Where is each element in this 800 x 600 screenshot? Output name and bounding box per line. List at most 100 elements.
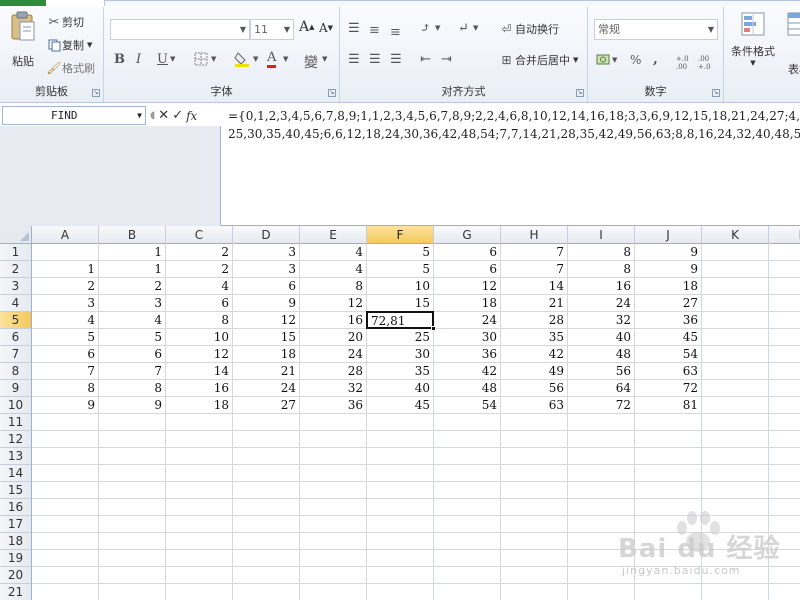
table-cell[interactable] <box>769 244 800 261</box>
table-cell[interactable] <box>702 329 769 346</box>
table-cell[interactable] <box>434 567 501 584</box>
table-cell[interactable] <box>166 516 233 533</box>
column-header[interactable]: I <box>568 226 635 244</box>
table-cell[interactable] <box>166 465 233 482</box>
table-cell[interactable]: 21 <box>233 363 300 380</box>
table-cell[interactable] <box>233 431 300 448</box>
table-cell[interactable] <box>769 533 800 550</box>
table-cell[interactable] <box>769 295 800 312</box>
table-cell[interactable] <box>568 448 635 465</box>
table-cell[interactable]: 36 <box>635 312 702 329</box>
column-header[interactable]: H <box>501 226 568 244</box>
wrap-text-button[interactable]: ⏎ 自动换行 <box>498 21 559 37</box>
table-cell[interactable] <box>166 499 233 516</box>
table-cell[interactable]: 4 <box>300 244 367 261</box>
row-header[interactable]: 16 <box>0 499 32 516</box>
row-header[interactable]: 9 <box>0 380 32 397</box>
table-cell[interactable]: 6 <box>32 346 99 363</box>
table-cell[interactable]: 10 <box>166 329 233 346</box>
table-cell[interactable] <box>635 431 702 448</box>
table-cell[interactable]: 20 <box>300 329 367 346</box>
table-cell[interactable] <box>501 414 568 431</box>
column-header[interactable]: G <box>434 226 501 244</box>
table-cell[interactable] <box>769 465 800 482</box>
table-cell[interactable] <box>769 448 800 465</box>
table-cell[interactable] <box>99 448 166 465</box>
bold-button[interactable]: B <box>114 52 125 67</box>
table-cell[interactable]: 9 <box>635 244 702 261</box>
table-cell[interactable]: 12 <box>434 278 501 295</box>
table-cell[interactable] <box>367 414 434 431</box>
active-cell-editor[interactable]: 72,81 <box>366 311 434 329</box>
column-header[interactable]: J <box>635 226 702 244</box>
row-header[interactable]: 5 <box>0 312 32 329</box>
table-cell[interactable] <box>434 448 501 465</box>
table-cell[interactable]: 45 <box>635 329 702 346</box>
table-cell[interactable] <box>99 584 166 600</box>
table-cell[interactable] <box>434 550 501 567</box>
table-cell[interactable] <box>568 567 635 584</box>
table-cell[interactable]: 4 <box>99 312 166 329</box>
table-cell[interactable] <box>233 414 300 431</box>
table-cell[interactable] <box>166 431 233 448</box>
table-cell[interactable] <box>233 482 300 499</box>
table-cell[interactable] <box>233 448 300 465</box>
table-cell[interactable]: 8 <box>568 244 635 261</box>
table-cell[interactable] <box>99 482 166 499</box>
table-cell[interactable]: 35 <box>501 329 568 346</box>
chevron-down-icon[interactable]: ▼ <box>473 24 478 32</box>
table-cell[interactable] <box>300 499 367 516</box>
table-cell[interactable] <box>702 482 769 499</box>
table-cell[interactable]: 12 <box>166 346 233 363</box>
font-size-combo[interactable]: 11 ▼ <box>250 19 294 40</box>
table-cell[interactable] <box>99 414 166 431</box>
paste-button[interactable]: 粘贴 <box>6 11 40 69</box>
table-cell[interactable]: 5 <box>32 329 99 346</box>
table-cell[interactable]: 8 <box>166 312 233 329</box>
table-cell[interactable] <box>434 414 501 431</box>
chevron-down-icon[interactable]: ▼ <box>170 55 175 63</box>
merge-center-button[interactable]: ⊞ 合并后居中 ▼ <box>498 52 578 68</box>
column-header[interactable]: D <box>233 226 300 244</box>
row-header[interactable]: 1 <box>0 244 32 261</box>
table-cell[interactable]: 24 <box>434 312 501 329</box>
table-cell[interactable] <box>233 465 300 482</box>
table-cell[interactable] <box>166 567 233 584</box>
table-cell[interactable] <box>702 312 769 329</box>
table-cell[interactable] <box>501 516 568 533</box>
table-cell[interactable]: 3 <box>233 244 300 261</box>
table-cell[interactable]: 36 <box>434 346 501 363</box>
table-cell[interactable]: 15 <box>233 329 300 346</box>
table-cell[interactable] <box>568 482 635 499</box>
table-cell[interactable]: 14 <box>166 363 233 380</box>
row-header[interactable]: 8 <box>0 363 32 380</box>
column-header[interactable]: B <box>99 226 166 244</box>
table-cell[interactable]: 36 <box>300 397 367 414</box>
table-cell[interactable] <box>702 550 769 567</box>
align-top-icon[interactable]: ☰ <box>348 21 360 36</box>
table-cell[interactable]: 21 <box>501 295 568 312</box>
row-header[interactable]: 21 <box>0 584 32 600</box>
table-cell[interactable] <box>568 533 635 550</box>
table-cell[interactable] <box>300 533 367 550</box>
table-cell[interactable]: 14 <box>501 278 568 295</box>
table-cell[interactable] <box>702 431 769 448</box>
table-cell[interactable] <box>166 482 233 499</box>
font-color-button[interactable]: A <box>267 51 277 68</box>
table-cell[interactable] <box>568 584 635 600</box>
table-cell[interactable]: 18 <box>233 346 300 363</box>
table-cell[interactable] <box>32 584 99 600</box>
table-cell[interactable]: 12 <box>300 295 367 312</box>
table-cell[interactable] <box>568 516 635 533</box>
table-cell[interactable]: 8 <box>300 278 367 295</box>
table-cell[interactable]: 6 <box>434 261 501 278</box>
table-cell[interactable]: 3 <box>32 295 99 312</box>
table-cell[interactable] <box>635 533 702 550</box>
table-cell[interactable] <box>769 584 800 600</box>
table-cell[interactable]: 16 <box>166 380 233 397</box>
table-cell[interactable]: 4 <box>300 261 367 278</box>
table-cell[interactable] <box>769 278 800 295</box>
table-cell[interactable]: 4 <box>166 278 233 295</box>
table-cell[interactable]: 56 <box>501 380 568 397</box>
dialog-launcher-icon[interactable]: ↘ <box>576 89 584 97</box>
